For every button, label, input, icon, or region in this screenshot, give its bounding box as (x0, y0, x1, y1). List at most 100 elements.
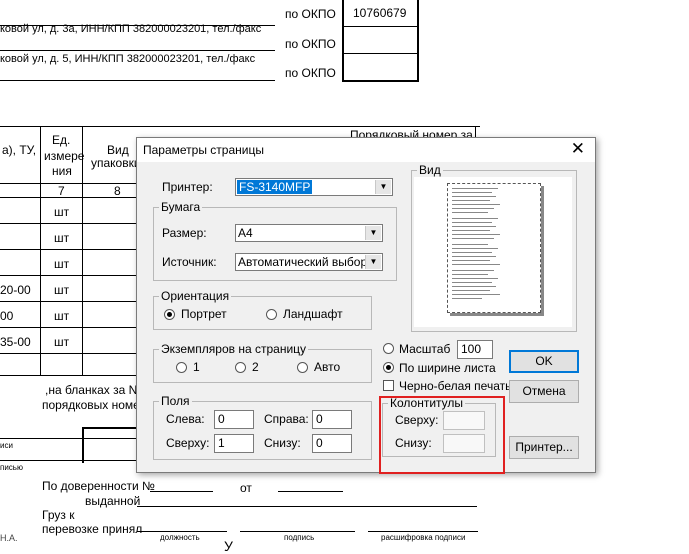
left-margin-input[interactable]: 0 (214, 410, 254, 429)
printer-select[interactable]: FS-3140MFP ▼ (235, 178, 393, 196)
copies-1-label[interactable]: 1 (193, 360, 200, 374)
landscape-label[interactable]: Ландшафт (283, 307, 343, 321)
okpo-label: по ОКПО (285, 66, 336, 80)
copies-auto-label[interactable]: Авто (314, 360, 340, 374)
preview-area (414, 177, 572, 327)
table-rule (0, 327, 140, 328)
scale-label[interactable]: Масштаб (399, 342, 450, 356)
copies-2-label[interactable]: 2 (252, 360, 259, 374)
sig-position: должность (160, 533, 200, 542)
address-line-1: ковой ул, д. 3а, ИНН/КПП 382000023201, т… (0, 23, 262, 35)
col-unit-3: ния (52, 164, 72, 178)
copies-2-radio[interactable] (235, 362, 246, 373)
col-pack-2: упаковки (91, 156, 141, 170)
portrait-label[interactable]: Портрет (181, 307, 227, 321)
preview-group-label: Вид (417, 163, 443, 177)
portrait-radio[interactable] (164, 309, 175, 320)
fit-width-radio[interactable] (383, 362, 394, 373)
ot-label: от (240, 481, 252, 495)
table-top (0, 126, 480, 127)
chevron-down-icon[interactable]: ▼ (365, 255, 381, 269)
highlight-box (379, 396, 505, 474)
size-label: Размер: (162, 226, 207, 240)
copies-group-label: Экземпляров на страницу (159, 342, 309, 356)
bw-print-checkbox[interactable] (383, 380, 394, 391)
right-margin-input[interactable]: 0 (312, 410, 352, 429)
table-rule (0, 275, 140, 276)
left-margin-label: Слева: (166, 412, 205, 426)
table-rule (0, 375, 140, 376)
copies-auto-radio[interactable] (297, 362, 308, 373)
right-margin-label: Справа: (264, 412, 309, 426)
proxy-label: По доверенности № (42, 479, 155, 493)
issued-label: выданной (85, 494, 141, 508)
sig-signature: подпись (284, 533, 315, 542)
margins-group: Поля Слева: 0 Справа: 0 Сверху: 1 Снизу:… (153, 394, 372, 460)
col-pack-1: Вид (107, 143, 129, 157)
col-8: 8 (114, 184, 121, 198)
table-rule (0, 301, 140, 302)
divider (0, 50, 275, 51)
blanks-text-2: порядковых номер (42, 398, 147, 412)
okpo-box-divider (342, 53, 419, 54)
close-icon[interactable]: ✕ (571, 139, 585, 159)
bottom-margin-input[interactable]: 0 (312, 434, 352, 453)
col-unit-1: Ед. (52, 133, 71, 147)
cancel-button[interactable]: Отмена (509, 380, 579, 403)
price-cell: 35-00 (0, 335, 31, 349)
fit-width-label[interactable]: По ширине листа (399, 361, 496, 375)
underline (150, 491, 213, 492)
okpo-box-right (417, 0, 419, 82)
top-margin-label: Сверху: (166, 436, 210, 450)
printer-button[interactable]: Принтер... (509, 436, 579, 459)
form-box (82, 427, 84, 463)
table-rule (0, 353, 140, 354)
blanks-text-1: ,на бланках за N (45, 383, 138, 397)
pisi-label: писью (0, 463, 23, 472)
size-value: A4 (238, 226, 253, 240)
printer-value: FS-3140MFP (237, 180, 313, 194)
chevron-down-icon[interactable]: ▼ (375, 180, 391, 194)
unit-cell: шт (54, 257, 70, 271)
landscape-radio[interactable] (266, 309, 277, 320)
paper-group-label: Бумага (159, 200, 203, 214)
underline (137, 531, 227, 532)
bottom-letter: У (224, 538, 233, 554)
okpo-label: по ОКПО (285, 7, 336, 21)
form-box (82, 427, 137, 429)
table-rule (0, 223, 140, 224)
divider (0, 80, 275, 81)
underline (368, 531, 478, 532)
unit-cell: шт (54, 335, 70, 349)
top-margin-input[interactable]: 1 (214, 434, 254, 453)
okpo-label: по ОКПО (285, 37, 336, 51)
orientation-group: Ориентация Портрет Ландшафт (153, 289, 372, 330)
underline (278, 491, 343, 492)
sig-decoding: расшифровка подписи (381, 533, 466, 542)
col-unit-2: измере (44, 149, 85, 163)
col-tu: а), ТУ, (2, 143, 37, 157)
bw-print-label[interactable]: Черно-белая печать (399, 379, 511, 393)
chevron-down-icon[interactable]: ▼ (365, 226, 381, 240)
ok-button[interactable]: OK (509, 350, 579, 373)
source-select[interactable]: Автоматический выбор ▼ (235, 253, 383, 271)
unit-cell: шт (54, 231, 70, 245)
bottom-margin-label: Снизу: (264, 436, 301, 450)
okpo-value: 10760679 (353, 6, 407, 20)
page-setup-dialog: Параметры страницы ✕ Принтер: FS-3140MFP… (136, 137, 596, 474)
scale-radio[interactable] (383, 343, 394, 354)
copies-1-radio[interactable] (176, 362, 187, 373)
cargo-label-1: Груз к (42, 508, 75, 522)
copies-group: Экземпляров на страницу 1 2 Авто (153, 342, 372, 383)
table-col (40, 126, 41, 376)
preview-group: Вид (411, 163, 577, 332)
okpo-box-bottom (342, 80, 419, 82)
size-select[interactable]: A4 ▼ (235, 224, 383, 242)
scale-input[interactable]: 100 (457, 340, 493, 359)
address-line-2: ковой ул, д. 5, ИНН/КПП 382000023201, те… (0, 53, 256, 65)
price-cell: 00 (0, 309, 14, 323)
pisi-label: иси (0, 441, 13, 450)
page-preview (447, 183, 541, 313)
dialog-titlebar[interactable]: Параметры страницы ✕ (137, 138, 595, 162)
divider (0, 460, 137, 461)
